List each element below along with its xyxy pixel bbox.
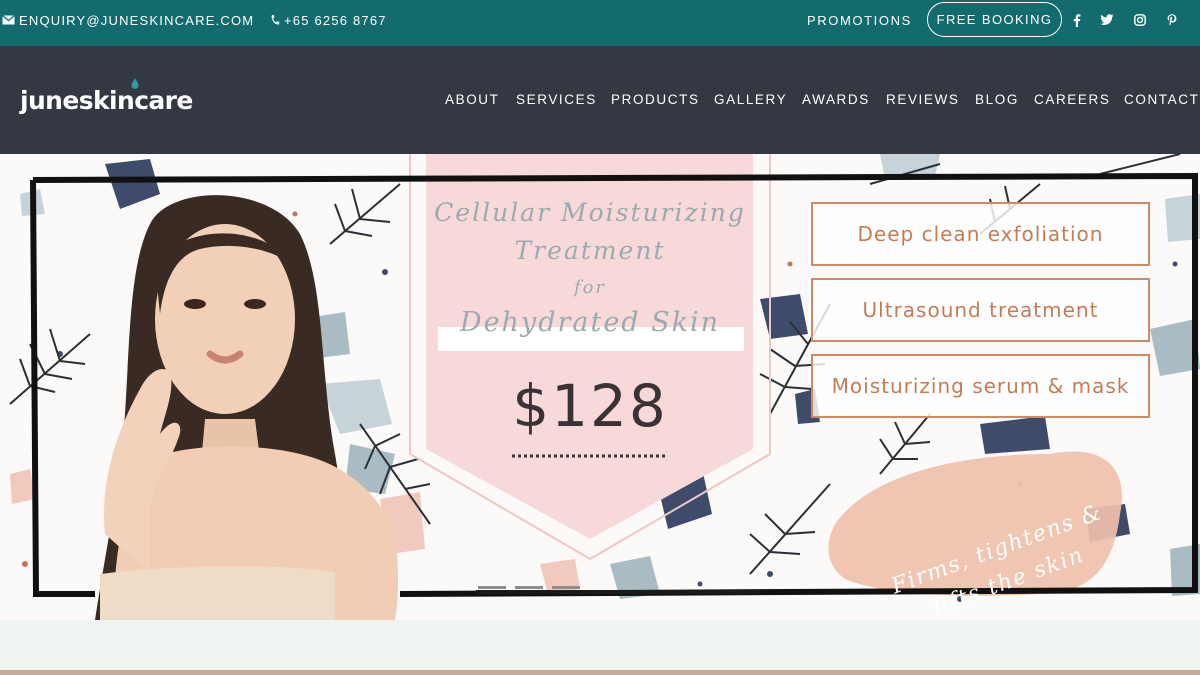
nav-blog[interactable]: BLOG — [975, 92, 1019, 112]
slider-dot-3[interactable] — [552, 586, 580, 589]
price-label: $128 — [512, 372, 668, 440]
feature-box-3: Moisturizing serum & mask — [811, 354, 1150, 418]
email-link[interactable]: ENQUIRY@JUNESKINCARE.COM — [2, 0, 254, 40]
instagram-icon[interactable] — [1131, 11, 1149, 29]
nav-awards[interactable]: AWARDS — [802, 92, 870, 112]
phone-link[interactable]: +65 6256 8767 — [270, 0, 387, 40]
top-bar: ENQUIRY@JUNESKINCARE.COM +65 6256 8767 P… — [0, 0, 1200, 46]
nav-about[interactable]: ABOUT — [445, 92, 500, 112]
banner-title-for: for — [573, 277, 607, 298]
nav-services[interactable]: SERVICES — [516, 92, 597, 112]
logo-text: juneskincare — [20, 86, 193, 115]
brand-logo[interactable]: juneskincare — [20, 78, 193, 115]
banner-title-line3: Dehydrated Skin — [459, 307, 721, 338]
envelope-icon — [2, 15, 15, 25]
main-navbar: juneskincare ABOUT SERVICES PRODUCTS GAL… — [0, 46, 1200, 154]
nav-reviews[interactable]: REVIEWS — [886, 92, 959, 112]
nav-products[interactable]: PRODUCTS — [611, 92, 700, 112]
nav-gallery[interactable]: GALLERY — [714, 92, 787, 112]
twitter-icon[interactable] — [1098, 11, 1116, 29]
nav-contact[interactable]: CONTACT — [1124, 92, 1199, 112]
pinterest-icon[interactable] — [1163, 11, 1181, 29]
email-text: ENQUIRY@JUNESKINCARE.COM — [19, 12, 255, 28]
feature-box-1: Deep clean exfoliation — [811, 202, 1150, 266]
hero-slider: Cellular Moisturizing Treatment for Dehy… — [0, 154, 1200, 620]
banner-title-line1: Cellular Moisturizing — [434, 198, 746, 227]
free-booking-button[interactable]: FREE BOOKING — [927, 2, 1062, 37]
content-section — [0, 620, 1200, 670]
slider-dot-2[interactable] — [515, 586, 543, 589]
phone-icon — [271, 15, 280, 25]
banner-title-line2: Treatment — [514, 236, 666, 265]
feature-box-2: Ultrasound treatment — [811, 278, 1150, 342]
phone-text: +65 6256 8767 — [284, 12, 387, 28]
slider-dot-1[interactable] — [478, 586, 506, 589]
next-section-edge — [0, 670, 1200, 675]
nav-careers[interactable]: CAREERS — [1034, 92, 1110, 112]
facebook-icon[interactable] — [1068, 11, 1086, 29]
droplet-icon — [131, 78, 139, 89]
promotions-link[interactable]: PROMOTIONS — [807, 0, 912, 40]
